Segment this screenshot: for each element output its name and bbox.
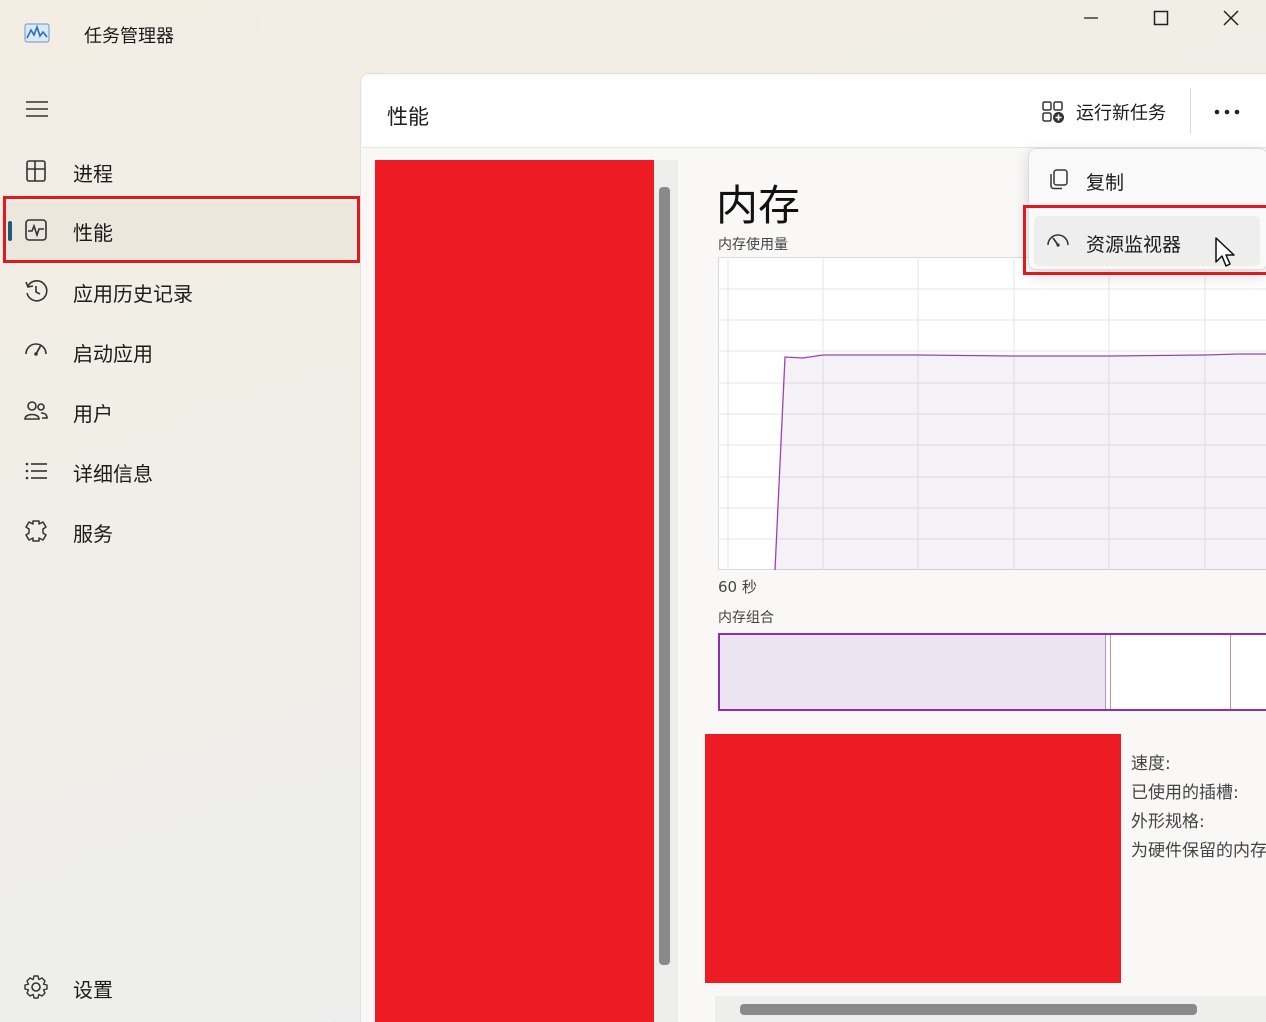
copy-icon: [1050, 169, 1068, 190]
stat-form-factor-label: 外形规格:: [1131, 812, 1205, 832]
sidebar-item-label: 用户: [73, 402, 113, 426]
in-use-segment: [720, 635, 1106, 709]
details-list-icon: [25, 462, 47, 480]
segment-divider: [1230, 635, 1231, 709]
run-new-task-label: 运行新任务: [1076, 103, 1166, 124]
maximize-icon: [1153, 10, 1169, 26]
run-new-task-button[interactable]: 运行新任务: [1040, 96, 1166, 128]
sidebar-item-startup[interactable]: 启动应用: [6, 322, 356, 380]
sidebar-item-services[interactable]: 服务: [6, 502, 356, 560]
startup-icon: [25, 343, 47, 356]
mouse-cursor-icon: [1215, 237, 1235, 267]
stat-slots-label: 已使用的插槽:: [1131, 783, 1239, 803]
minimize-button[interactable]: [1068, 4, 1114, 32]
minimize-icon: [1084, 17, 1098, 19]
hamburger-icon: [26, 101, 48, 117]
sidebar-item-label: 启动应用: [73, 342, 153, 366]
redacted-device-list: [375, 160, 654, 1022]
window-title: 任务管理器: [84, 26, 174, 47]
sidebar-item-details[interactable]: 详细信息: [6, 442, 356, 500]
stat-hardware-reserved-label: 为硬件保留的内存: [1131, 841, 1266, 861]
horizontal-scrollbar[interactable]: [740, 1004, 1197, 1015]
sidebar-item-label: 服务: [73, 522, 113, 546]
hamburger-button[interactable]: [22, 96, 52, 122]
maximize-button[interactable]: [1138, 4, 1184, 32]
memory-composition-label: 内存组合: [718, 610, 774, 626]
sidebar-item-label: 应用历史记录: [73, 282, 193, 306]
vertical-scrollbar[interactable]: [659, 187, 670, 965]
users-icon: [24, 401, 48, 420]
gear-icon: [24, 975, 48, 999]
history-icon: [25, 280, 48, 302]
memory-composition-bar: [718, 633, 1266, 711]
memory-usage-label: 内存使用量: [718, 237, 788, 253]
sidebar-item-users[interactable]: 用户: [6, 382, 356, 440]
redacted-stats: [705, 734, 1121, 983]
sidebar-item-label: 设置: [73, 978, 113, 1002]
sidebar-item-processes[interactable]: 进程: [6, 142, 356, 200]
menu-item-label: 复制: [1086, 172, 1125, 194]
segment-divider: [1110, 635, 1111, 709]
run-task-icon: [1042, 101, 1064, 123]
title-bar: 任务管理器: [0, 0, 1266, 70]
stat-speed-label: 速度:: [1131, 754, 1171, 774]
processes-icon: [26, 160, 46, 182]
more-options-button[interactable]: [1210, 100, 1244, 124]
header-separator: [1190, 88, 1191, 134]
highlight-box: [3, 196, 360, 263]
memory-title: 内存: [716, 181, 801, 230]
more-icon: [1214, 109, 1240, 115]
close-button[interactable]: [1208, 4, 1254, 32]
close-icon: [1223, 10, 1239, 26]
sidebar-item-app-history[interactable]: 应用历史记录: [6, 262, 356, 320]
services-icon: [25, 520, 47, 542]
performance-graph-icon: [24, 23, 50, 43]
menu-item-copy[interactable]: 复制: [1034, 154, 1260, 204]
time-axis-label: 60 秒: [718, 578, 757, 596]
page-title: 性能: [387, 105, 429, 129]
sidebar-item-settings[interactable]: 设置: [6, 958, 356, 1016]
sidebar-item-label: 详细信息: [73, 462, 153, 486]
sidebar-item-label: 进程: [73, 162, 113, 186]
memory-usage-graph: [718, 257, 1266, 570]
